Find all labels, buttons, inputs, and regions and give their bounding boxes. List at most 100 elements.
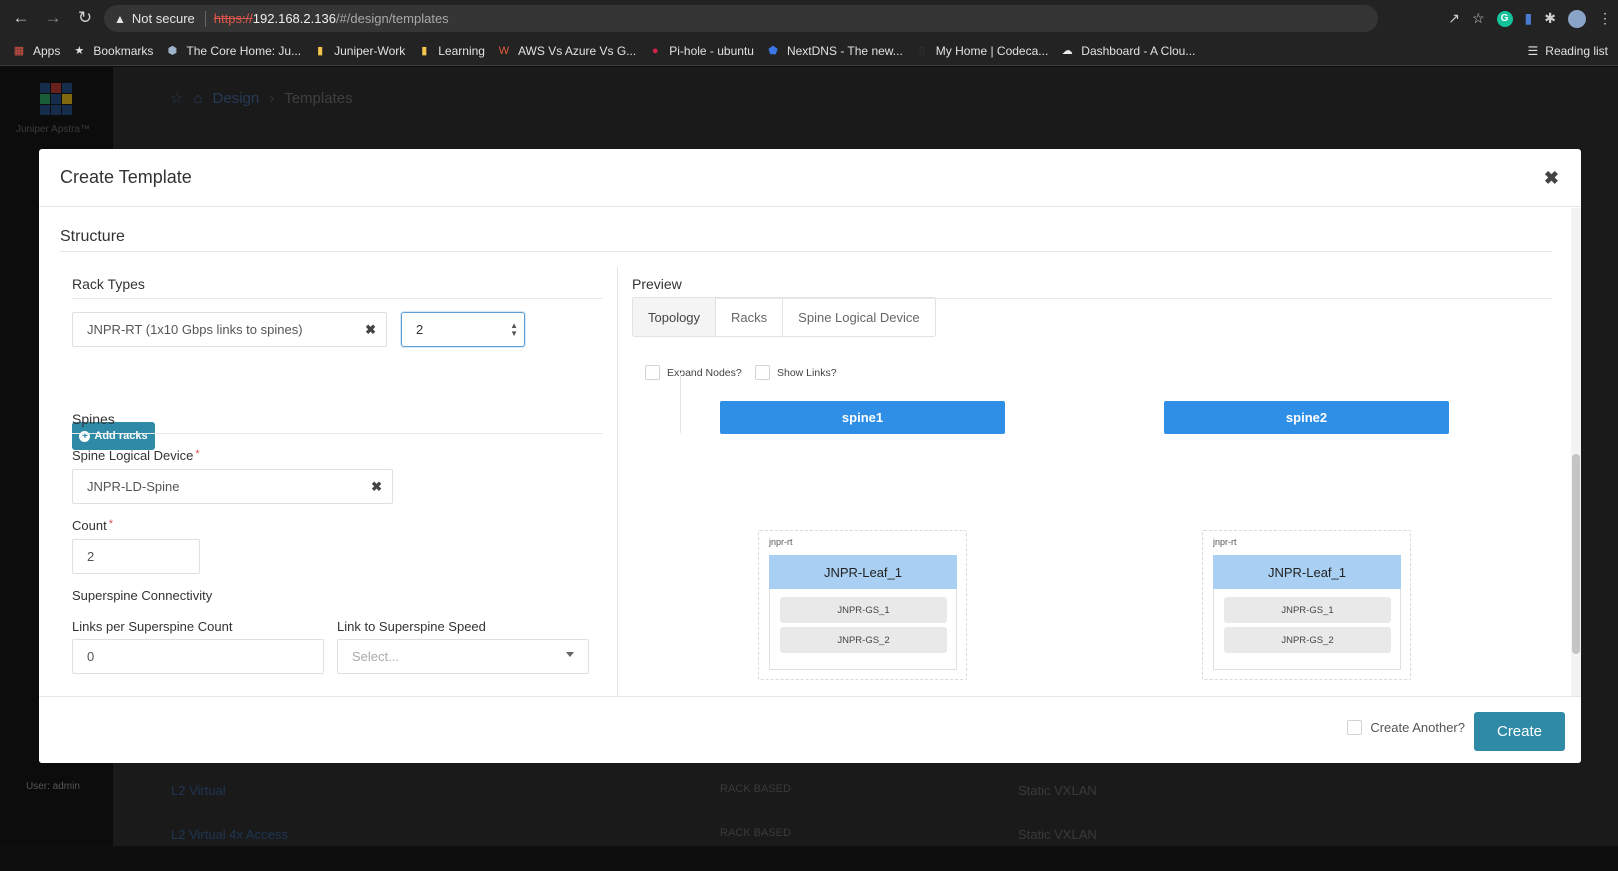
bookmark-item[interactable]: ▦ Apps xyxy=(12,44,61,58)
bookmark-star-icon[interactable]: ☆ xyxy=(1472,10,1485,27)
omnibox-divider xyxy=(204,10,206,27)
forward-icon[interactable]: → xyxy=(40,5,66,31)
tab-topology[interactable]: Topology xyxy=(633,298,717,336)
leaf-node[interactable]: JNPR-Leaf_1 xyxy=(769,555,957,589)
rack-node: jnpr-rt JNPR-Leaf_1 JNPR-GS_1 JNPR-GS_2 xyxy=(1202,530,1411,680)
spine-count-input[interactable]: 2 xyxy=(72,539,200,574)
create-button[interactable]: Create xyxy=(1474,712,1565,751)
apstra-logo-icon xyxy=(40,83,72,115)
modal-footer: Create Another? Create xyxy=(39,696,1581,763)
preview-tabs: Topology Racks Spine Logical Device xyxy=(632,297,936,337)
address-bar[interactable]: ▲ Not secure https:// 192.168.2.136 /#/d… xyxy=(104,5,1378,32)
create-another-checkbox[interactable]: Create Another? xyxy=(1347,720,1465,735)
expand-nodes-label: Expand Nodes? xyxy=(667,366,742,379)
show-links-checkbox[interactable]: Show Links? xyxy=(755,365,837,380)
links-per-superspine-label: Links per Superspine Count xyxy=(72,619,233,634)
generic-system-node[interactable]: JNPR-GS_2 xyxy=(1224,627,1391,653)
raspberry-icon: ● xyxy=(651,44,659,57)
preview-heading: Preview xyxy=(632,276,682,292)
reading-list[interactable]: ☰ Reading list xyxy=(1528,44,1608,58)
checkbox-box[interactable] xyxy=(645,365,660,380)
share-icon[interactable]: ↗ xyxy=(1448,10,1460,27)
generic-system-node[interactable]: JNPR-GS_1 xyxy=(780,597,947,623)
cloud-icon: ☁ xyxy=(1061,45,1073,57)
reload-icon[interactable]: ↻ xyxy=(72,5,98,31)
stepper-icon[interactable]: ▲ ▼ xyxy=(510,322,518,338)
close-icon[interactable]: ✖ xyxy=(1544,168,1559,189)
bookmark-label: Learning xyxy=(438,43,485,58)
generic-system-node[interactable]: JNPR-GS_1 xyxy=(1224,597,1391,623)
bookmark-label: Dashboard - A Clou... xyxy=(1081,43,1196,58)
rack-count-input[interactable]: 2 ▲ ▼ xyxy=(401,312,525,347)
back-icon[interactable]: ← xyxy=(8,5,34,31)
spine-node[interactable]: spine2 xyxy=(1164,401,1449,434)
rack-name: jnpr-rt xyxy=(769,537,793,547)
puzzle-extensions-icon[interactable]: ✱ xyxy=(1544,10,1556,27)
profile-avatar[interactable] xyxy=(1568,9,1586,28)
structure-heading: Structure xyxy=(60,228,125,245)
site-icon: W xyxy=(498,44,510,57)
leaf-node[interactable]: JNPR-Leaf_1 xyxy=(1213,555,1401,589)
link-speed-select[interactable]: Select... xyxy=(337,639,589,674)
home-icon[interactable]: ⌂ xyxy=(193,90,202,107)
show-links-label: Show Links? xyxy=(777,366,837,379)
divider xyxy=(72,433,603,434)
link-speed-placeholder: Select... xyxy=(352,649,399,664)
template-name[interactable]: L2 Virtual xyxy=(171,783,226,798)
link-speed-label: Link to Superspine Speed xyxy=(337,619,486,634)
column-divider xyxy=(617,267,618,696)
bookmark-item[interactable]: W AWS Vs Azure Vs G... xyxy=(497,44,636,58)
tab-racks[interactable]: Racks xyxy=(716,298,784,336)
expand-nodes-checkbox[interactable]: Expand Nodes? xyxy=(645,365,742,380)
user-label: User: admin xyxy=(26,781,80,792)
scrollbar-thumb[interactable] xyxy=(1572,454,1580,654)
template-type: RACK BASED xyxy=(720,783,791,795)
tab-spine-logical-device[interactable]: Spine Logical Device xyxy=(783,298,934,336)
spine-logical-device-select[interactable]: JNPR-LD-Spine ✖ xyxy=(72,469,393,504)
table-row: L2 Virtual RACK BASED Static VXLAN xyxy=(158,783,1578,827)
bookmark-item[interactable]: ▮ Learning xyxy=(417,44,485,58)
clear-icon[interactable]: ✖ xyxy=(371,479,382,495)
breadcrumb-design[interactable]: Design xyxy=(213,90,260,107)
breadcrumb-templates: Templates xyxy=(284,89,353,107)
template-overlay: Static VXLAN xyxy=(1018,827,1097,842)
checkbox-box[interactable] xyxy=(1347,720,1363,735)
rack-types-heading: Rack Types xyxy=(72,276,145,292)
create-another-label: Create Another? xyxy=(1370,720,1465,735)
bookmark-item[interactable]: ⬢ The Core Home: Ju... xyxy=(165,44,302,58)
browser-actions: ↗ ☆ G ▮ ✱ ⋮ xyxy=(1448,5,1612,32)
table-row: L2 Virtual 4x Access RACK BASED Static V… xyxy=(158,827,1578,871)
spine-node[interactable]: spine1 xyxy=(720,401,1005,434)
superspine-connectivity-heading: Superspine Connectivity xyxy=(72,588,213,603)
generic-systems-group: JNPR-GS_1 JNPR-GS_2 xyxy=(769,589,957,670)
page-icon: ▯ xyxy=(918,45,925,57)
bookmark-item[interactable]: ☁ Dashboard - A Clou... xyxy=(1060,43,1196,58)
menu-kebab-icon[interactable]: ⋮ xyxy=(1598,10,1612,27)
star-icon[interactable]: ☆ xyxy=(170,89,183,107)
modal-title: Create Template xyxy=(60,167,192,187)
bookmark-item[interactable]: ⬟ NextDNS - The new... xyxy=(766,44,903,58)
rack-type-select[interactable]: JNPR-RT (1x10 Gbps links to spines) ✖ xyxy=(72,312,387,347)
template-type: RACK BASED xyxy=(720,827,791,839)
bookmark-item[interactable]: ★ Bookmarks xyxy=(72,44,153,58)
bookmark-item[interactable]: ▯ My Home | Codeca... xyxy=(915,44,1049,58)
rack-count-value: 2 xyxy=(416,322,424,337)
spine-count-value: 2 xyxy=(87,549,95,564)
label-text: Spine Logical Device xyxy=(72,448,194,463)
bookmark-item[interactable]: ● Pi-hole - ubuntu xyxy=(648,44,754,58)
shield-icon: ⬢ xyxy=(167,45,178,57)
checkbox-box[interactable] xyxy=(755,365,770,380)
shield-icon: ⬟ xyxy=(768,45,778,57)
clear-icon[interactable]: ✖ xyxy=(365,322,376,338)
generic-system-node[interactable]: JNPR-GS_2 xyxy=(780,627,947,653)
not-secure-label: Not secure xyxy=(131,11,195,26)
rack-name: jnpr-rt xyxy=(1213,537,1237,547)
links-per-superspine-input[interactable]: 0 xyxy=(72,639,324,674)
bookmark-item[interactable]: ▮ Juniper-Work xyxy=(313,44,405,58)
required-marker: * xyxy=(108,518,113,530)
extension-icon[interactable]: ▮ xyxy=(1525,10,1533,27)
bookmark-label: Bookmarks xyxy=(93,43,154,58)
grammarly-extension-icon[interactable]: G xyxy=(1496,10,1513,27)
modal-scrollbar[interactable] xyxy=(1571,208,1581,696)
template-name[interactable]: L2 Virtual 4x Access xyxy=(171,827,288,842)
